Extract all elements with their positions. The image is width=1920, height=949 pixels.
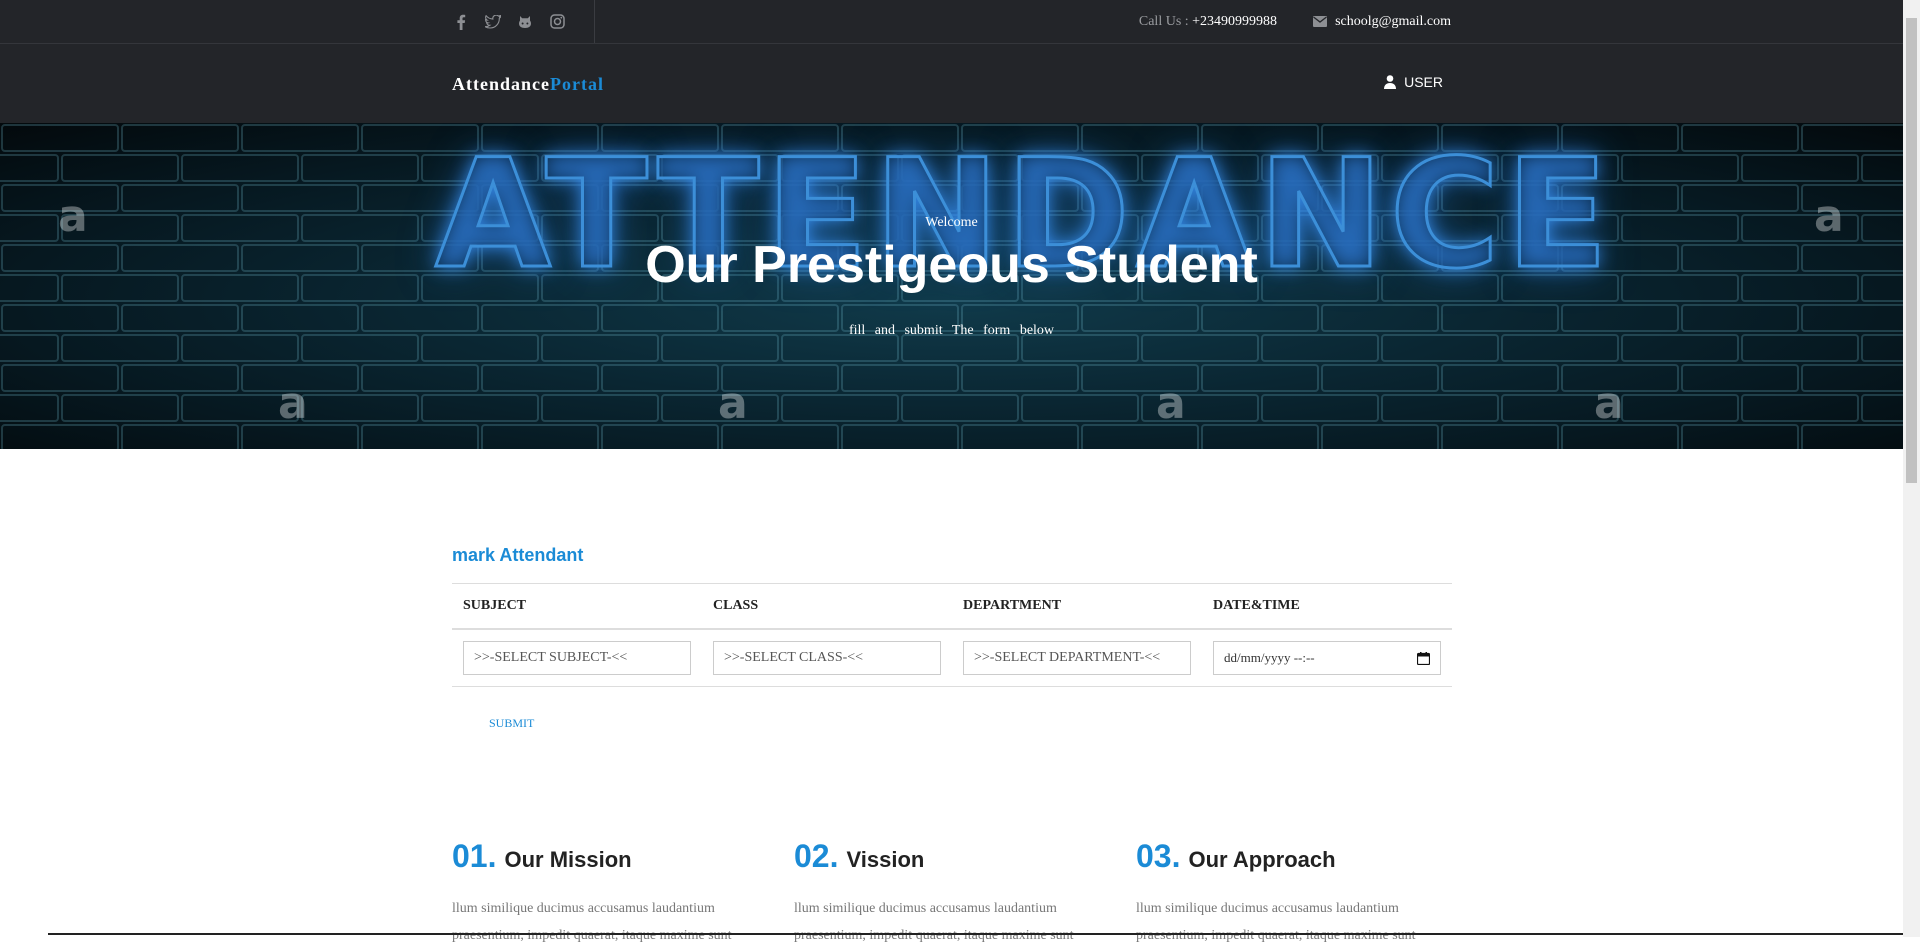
navbar: AttendancePortal USER [0,44,1903,123]
column-header-class: CLASS [702,583,952,630]
class-select[interactable]: >>-SELECT CLASS-<< [713,641,941,675]
brand-accent: Portal [550,74,604,94]
subject-select-value: >>-SELECT SUBJECT-<< [474,650,628,665]
datetime-input[interactable]: dd/mm/yyyy --:-- [1213,641,1441,675]
feature-number: 01. [452,838,497,874]
user-menu-link[interactable]: USER [1384,74,1443,90]
email-contact[interactable]: schoolg@gmail.com [1313,14,1451,30]
subject-select[interactable]: >>-SELECT SUBJECT-<< [463,641,691,675]
feature-text: llum similique ducimus accusamus laudant… [794,901,1074,943]
feature-number: 02. [794,838,839,874]
hero-subtitle: fill and submit The form below [848,323,1055,338]
bottom-border [48,933,1903,935]
github-icon[interactable] [516,13,534,31]
phone-number[interactable]: +23490999988 [1192,14,1277,29]
submit-button[interactable]: SUBMIT [489,716,534,731]
watermark-glyph: a [1156,378,1186,429]
scrollbar-thumb[interactable] [1906,18,1917,483]
watermark-glyph: a [278,378,308,429]
email-address: schoolg@gmail.com [1335,13,1451,29]
feature-title: Vission [846,847,925,872]
watermark-glyph: a [1594,378,1624,429]
class-select-value: >>-SELECT CLASS-<< [724,650,864,665]
hero-welcome: Welcome [925,215,978,230]
call-label: Call Us : [1138,13,1189,29]
user-label: USER [1404,74,1443,90]
feature-number: 03. [1136,838,1181,874]
calendar-icon[interactable] [1417,651,1430,665]
contact-info: Call Us : +23490999988 schoolg@gmail.com [1139,0,1451,43]
social-links [452,0,566,43]
attendance-form-table: SUBJECT CLASS DEPARTMENT DATE&TIME >>-SE… [452,583,1452,687]
facebook-icon[interactable] [452,13,470,31]
phone-contact: Call Us : +23490999988 [1139,14,1277,30]
table-header-row: SUBJECT CLASS DEPARTMENT DATE&TIME [452,583,1452,630]
watermark-glyph: a [718,378,748,429]
feature-title: Our Approach [1188,847,1336,872]
hero-title: Our Prestigeous Student [645,236,1258,294]
twitter-icon[interactable] [484,13,502,31]
user-icon [1384,75,1397,89]
feature-text: llum similique ducimus accusamus laudant… [452,901,732,943]
divider [594,0,595,43]
datetime-placeholder: dd/mm/yyyy --:-- [1224,650,1315,665]
envelope-icon [1313,16,1328,27]
department-select-value: >>-SELECT DEPARTMENT-<< [974,650,1161,665]
department-select[interactable]: >>-SELECT DEPARTMENT-<< [963,641,1191,675]
hero-banner: ATTENDANCE a a a a a a Welcome Our Prest… [0,123,1903,449]
feature-text: llum similique ducimus accusamus laudant… [1136,901,1416,943]
table-row: >>-SELECT SUBJECT-<< >>-SELECT CLASS-<< … [452,629,1452,687]
column-header-department: DEPARTMENT [952,583,1202,630]
form-title: mark Attendant [452,545,584,565]
brand-main: Attendance [452,74,550,94]
column-header-subject: SUBJECT [452,583,702,630]
instagram-icon[interactable] [548,13,566,31]
brand-logo[interactable]: AttendancePortal [452,74,604,95]
page-scrollbar[interactable] [1903,0,1920,937]
feature-title: Our Mission [504,847,632,872]
top-bar: Call Us : +23490999988 schoolg@gmail.com [0,0,1903,44]
column-header-datetime: DATE&TIME [1202,583,1452,630]
